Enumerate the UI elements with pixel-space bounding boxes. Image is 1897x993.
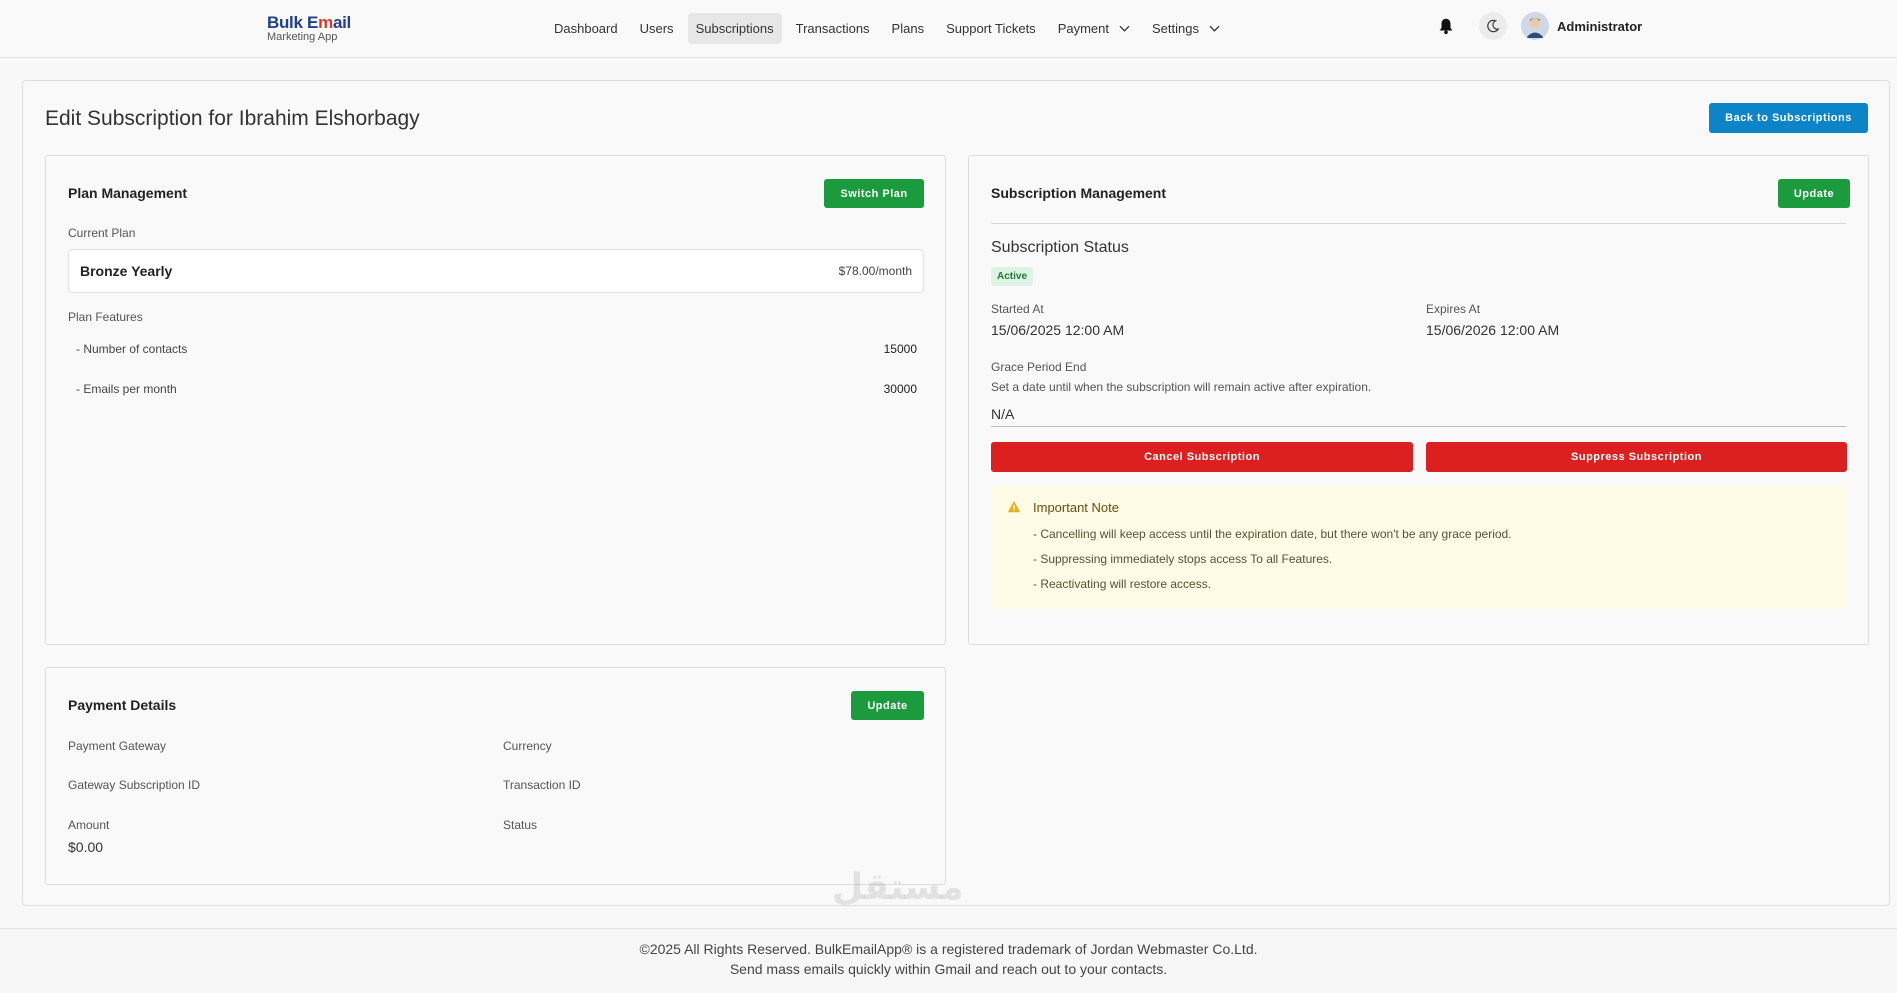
watermark: مستقل <box>832 866 964 907</box>
current-plan-label: Current Plan <box>68 226 136 240</box>
grace-period-help: Set a date until when the subscription w… <box>991 380 1372 394</box>
nav-payment-dropdown[interactable]: Payment <box>1050 13 1138 44</box>
nav-plans[interactable]: Plans <box>884 13 933 44</box>
feature-name: - Emails per month <box>76 382 177 396</box>
user-name[interactable]: Administrator <box>1557 19 1642 34</box>
feature-value: 15000 <box>883 342 917 356</box>
warning-icon <box>1007 500 1021 513</box>
chevron-down-icon <box>1209 25 1220 32</box>
footer-tagline: Send mass emails quickly within Gmail an… <box>729 961 1168 977</box>
payment-details-title: Payment Details <box>68 697 177 713</box>
nav-label: Transactions <box>795 21 870 36</box>
nav-support-tickets[interactable]: Support Tickets <box>938 13 1044 44</box>
note-line: - Cancelling will keep access until the … <box>1033 527 1512 541</box>
page-title: Edit Subscription for Ibrahim Elshorbagy <box>45 107 420 130</box>
plan-price: $78.00/month <box>838 264 912 278</box>
moon-icon <box>1487 19 1500 33</box>
payment-details-panel: Payment Details Update Payment Gateway C… <box>45 667 946 885</box>
feature-name: - Number of contacts <box>76 342 188 356</box>
footer-copyright: ©2025 All Rights Reserved. BulkEmailApp®… <box>639 941 1258 957</box>
plan-management-title: Plan Management <box>68 185 188 201</box>
gateway-subscription-id-label: Gateway Subscription ID <box>68 778 201 792</box>
status-badge: Active <box>991 267 1034 286</box>
started-at-value: 15/06/2025 12:00 AM <box>991 322 1125 338</box>
brand-subtitle: Marketing App <box>267 31 338 43</box>
started-at-label: Started At <box>991 302 1044 316</box>
nav-label: Dashboard <box>554 21 618 36</box>
nav-dashboard[interactable]: Dashboard <box>546 13 626 44</box>
transaction-id-label: Transaction ID <box>503 778 581 792</box>
plan-name: Bronze Yearly <box>80 263 173 279</box>
input-underline <box>991 426 1846 427</box>
nav-label: Support Tickets <box>946 21 1036 36</box>
nav-label: Plans <box>891 21 925 36</box>
nav-label: Users <box>639 21 674 36</box>
user-area: Administrator <box>1437 12 1642 40</box>
nav-transactions[interactable]: Transactions <box>788 13 878 44</box>
expires-at-label: Expires At <box>1426 302 1481 316</box>
note-line: - Reactivating will restore access. <box>1033 577 1212 591</box>
feature-value: 30000 <box>883 382 917 396</box>
plan-features-label: Plan Features <box>68 310 143 324</box>
currency-label: Currency <box>503 739 552 753</box>
amount-label: Amount <box>68 818 110 832</box>
switch-plan-button[interactable]: Switch Plan <box>824 179 924 208</box>
brand-logo[interactable]: Bulk Email Marketing App <box>267 14 351 43</box>
theme-toggle[interactable] <box>1479 12 1507 40</box>
brand-title: Bulk Email <box>267 13 351 32</box>
grace-period-input[interactable]: N/A <box>991 406 1014 422</box>
back-to-subscriptions-button[interactable]: Back to Subscriptions <box>1709 103 1868 133</box>
nav-users[interactable]: Users <box>632 13 682 44</box>
plan-management-panel: Plan Management Switch Plan Current Plan… <box>45 155 946 645</box>
bell-icon[interactable] <box>1437 17 1455 35</box>
update-subscription-button[interactable]: Update <box>1778 179 1850 208</box>
current-plan-box: Bronze Yearly $78.00/month <box>68 249 924 293</box>
payment-gateway-label: Payment Gateway <box>68 739 167 753</box>
note-line: - Suppressing immediately stops access T… <box>1033 552 1333 566</box>
nav-label: Subscriptions <box>695 21 774 36</box>
suppress-subscription-button[interactable]: Suppress Subscription <box>1426 442 1847 472</box>
update-payment-button[interactable]: Update <box>851 691 924 720</box>
nav-subscriptions[interactable]: Subscriptions <box>687 13 782 44</box>
nav-label: Payment <box>1057 21 1109 36</box>
main-nav: Dashboard Users Subscriptions Transactio… <box>546 13 1234 44</box>
important-note: Important Note - Cancelling will keep ac… <box>991 486 1845 609</box>
chevron-down-icon <box>1119 25 1130 32</box>
subscription-management-panel: Subscription Management Update Subscript… <box>968 155 1869 645</box>
divider <box>991 223 1846 224</box>
note-title: Important Note <box>1033 500 1119 515</box>
grace-period-label: Grace Period End <box>991 360 1087 374</box>
avatar[interactable] <box>1521 12 1549 40</box>
cancel-subscription-button[interactable]: Cancel Subscription <box>991 442 1413 472</box>
nav-settings-dropdown[interactable]: Settings <box>1144 13 1228 44</box>
status-label: Status <box>503 818 538 832</box>
footer: ©2025 All Rights Reserved. BulkEmailApp®… <box>0 928 1897 993</box>
expires-at-value: 15/06/2026 12:00 AM <box>1426 322 1560 338</box>
amount-value: $0.00 <box>68 839 104 855</box>
edit-subscription-card: Edit Subscription for Ibrahim Elshorbagy… <box>22 80 1890 906</box>
subscription-management-title: Subscription Management <box>991 185 1167 201</box>
subscription-status-title: Subscription Status <box>991 239 1129 256</box>
top-navbar: Bulk Email Marketing App Dashboard Users… <box>0 0 1897 58</box>
nav-label: Settings <box>1152 21 1199 36</box>
